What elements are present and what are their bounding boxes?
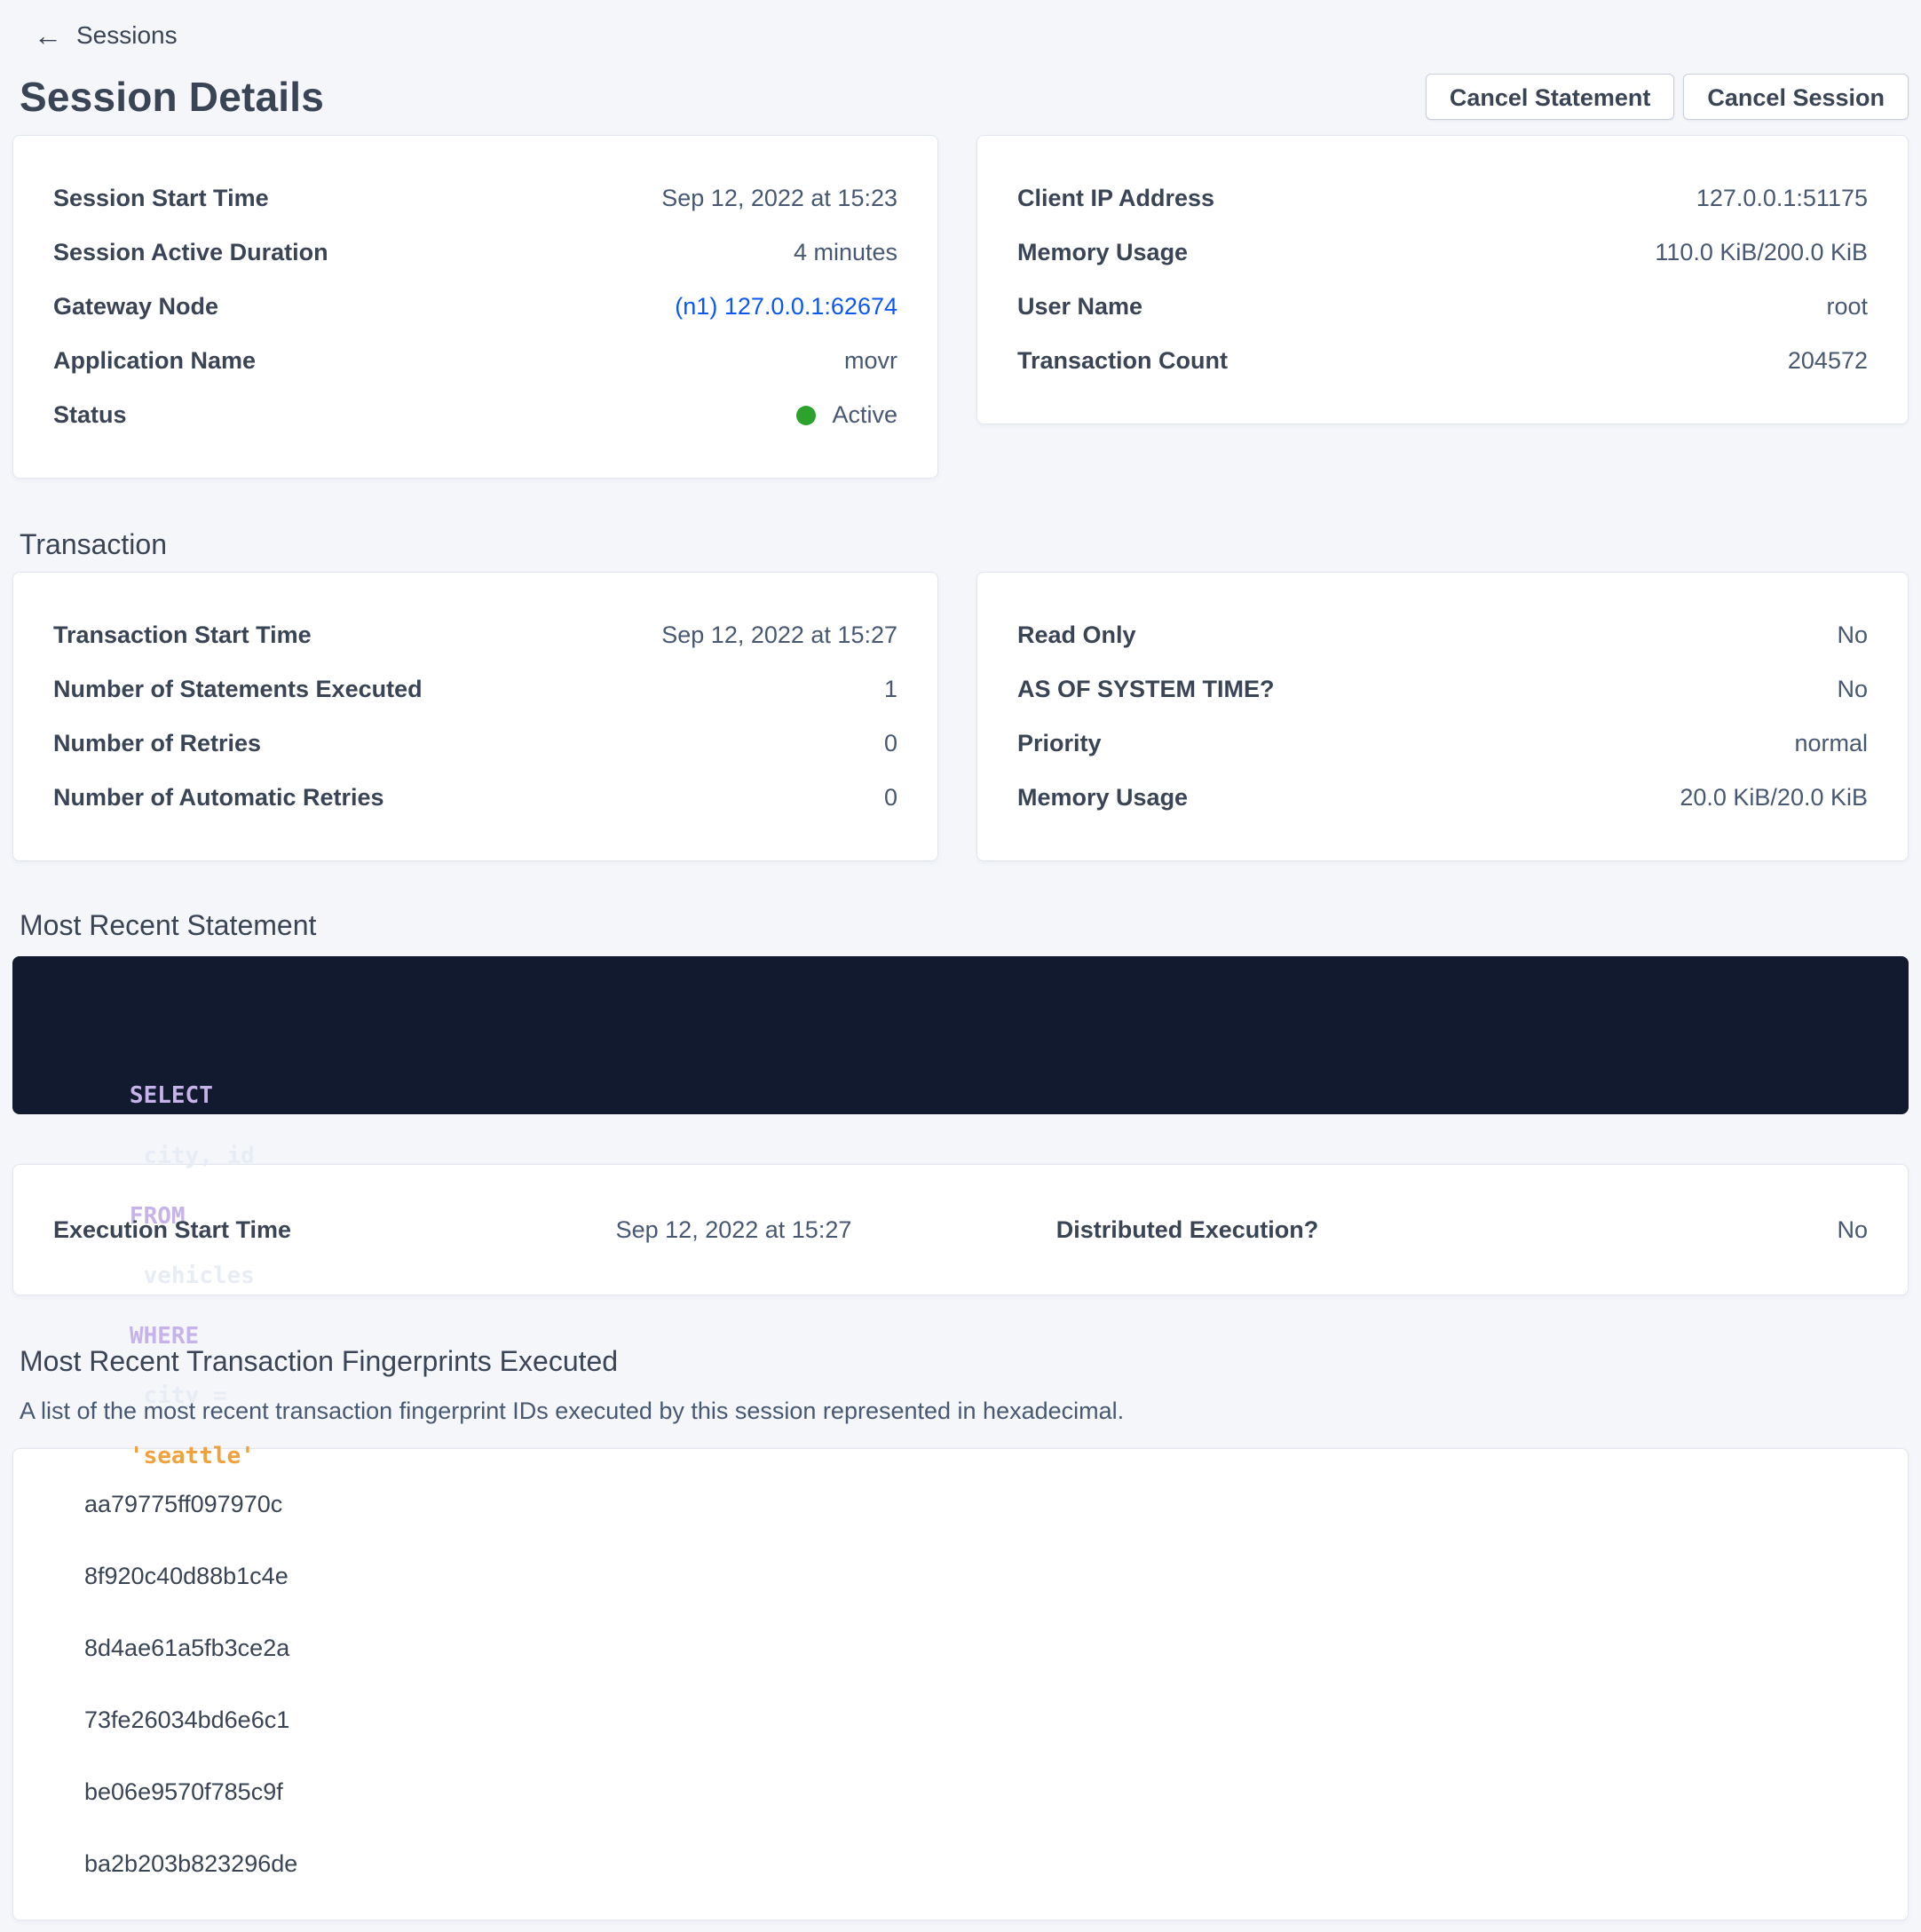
sql-statement-box: SELECT city, id FROM vehicles WHERE city… bbox=[12, 956, 1909, 1114]
transaction-props-rows: Read Only No AS OF SYSTEM TIME? No Prior… bbox=[977, 573, 1908, 860]
session-info-rows: Session Start Time Sep 12, 2022 at 15:23… bbox=[13, 136, 937, 478]
detail-label: Application Name bbox=[53, 347, 256, 375]
detail-label: Number of Automatic Retries bbox=[53, 784, 384, 812]
distributed-execution-value: No bbox=[1837, 1216, 1868, 1244]
detail-value: 4 minutes bbox=[794, 239, 897, 266]
fingerprints-description: A list of the most recent transaction fi… bbox=[20, 1398, 1909, 1425]
fingerprint-id: 8f920c40d88b1c4e bbox=[84, 1540, 1868, 1612]
detail-row: Session Start Time Sep 12, 2022 at 15:23 bbox=[53, 171, 897, 226]
back-arrow-icon[interactable]: ← bbox=[34, 21, 62, 50]
header-actions: Cancel Statement Cancel Session bbox=[1426, 74, 1909, 120]
detail-row: User Name root bbox=[1017, 280, 1868, 334]
detail-row: Number of Automatic Retries 0 bbox=[53, 771, 897, 825]
detail-value: 127.0.0.1:51175 bbox=[1696, 185, 1868, 212]
fingerprint-id: be06e9570f785c9f bbox=[84, 1756, 1868, 1828]
detail-value: root bbox=[1826, 293, 1868, 321]
transaction-props-card: Read Only No AS OF SYSTEM TIME? No Prior… bbox=[976, 572, 1909, 861]
detail-label: Memory Usage bbox=[1017, 239, 1188, 266]
detail-value: 0 bbox=[884, 730, 897, 757]
detail-value: 0 bbox=[884, 784, 897, 812]
fingerprint-id: 73fe26034bd6e6c1 bbox=[84, 1684, 1868, 1756]
sql-token: city, id bbox=[130, 1143, 269, 1169]
client-info-rows: Client IP Address 127.0.0.1:51175 Memory… bbox=[977, 136, 1908, 424]
detail-label: Client IP Address bbox=[1017, 185, 1214, 212]
transaction-stats-card: Transaction Start Time Sep 12, 2022 at 1… bbox=[12, 572, 938, 861]
detail-row: AS OF SYSTEM TIME? No bbox=[1017, 662, 1868, 717]
session-summary-row: Session Start Time Sep 12, 2022 at 15:23… bbox=[12, 135, 1909, 479]
detail-row: Gateway Node (n1) 127.0.0.1:62674 bbox=[53, 280, 897, 334]
detail-value: Sep 12, 2022 at 15:23 bbox=[661, 185, 897, 212]
detail-label: User Name bbox=[1017, 293, 1142, 321]
detail-label: Read Only bbox=[1017, 622, 1136, 649]
fingerprint-id: ba2b203b823296de bbox=[84, 1828, 1868, 1900]
detail-row: Read Only No bbox=[1017, 608, 1868, 662]
cancel-statement-button[interactable]: Cancel Statement bbox=[1426, 74, 1675, 120]
statement-section-title: Most Recent Statement bbox=[20, 909, 1909, 942]
detail-value: No bbox=[1837, 676, 1868, 703]
detail-value: Sep 12, 2022 at 15:27 bbox=[661, 622, 897, 649]
sql-token: vehicles bbox=[130, 1263, 269, 1289]
detail-label: Transaction Start Time bbox=[53, 622, 312, 649]
detail-row: Status Active bbox=[53, 388, 897, 442]
detail-label: Transaction Count bbox=[1017, 347, 1228, 375]
detail-label: Memory Usage bbox=[1017, 784, 1188, 812]
detail-label: Number of Statements Executed bbox=[53, 676, 423, 703]
page-title: Session Details bbox=[20, 73, 324, 121]
detail-label: Number of Retries bbox=[53, 730, 261, 757]
breadcrumb[interactable]: ← Sessions bbox=[34, 21, 1909, 50]
transaction-stats-rows: Transaction Start Time Sep 12, 2022 at 1… bbox=[13, 573, 937, 860]
detail-row: Client IP Address 127.0.0.1:51175 bbox=[1017, 171, 1868, 226]
session-details-page: ← Sessions Session Details Cancel Statem… bbox=[0, 0, 1921, 1920]
execution-start-value: Sep 12, 2022 at 15:27 bbox=[616, 1216, 852, 1244]
detail-value: 110.0 KiB/200.0 KiB bbox=[1655, 239, 1868, 266]
breadcrumb-sessions-link[interactable]: Sessions bbox=[76, 21, 178, 50]
detail-row: Transaction Count 204572 bbox=[1017, 334, 1868, 388]
detail-row: Number of Statements Executed 1 bbox=[53, 662, 897, 717]
distributed-execution-label: Distributed Execution? bbox=[1056, 1216, 1319, 1244]
detail-label: Session Active Duration bbox=[53, 239, 328, 266]
detail-value: normal bbox=[1794, 730, 1868, 757]
fingerprint-id: 8d4ae61a5fb3ce2a bbox=[84, 1612, 1868, 1684]
detail-row: Transaction Start Time Sep 12, 2022 at 1… bbox=[53, 608, 897, 662]
detail-value: No bbox=[1837, 622, 1868, 649]
detail-value: Active bbox=[796, 401, 897, 429]
sql-token: SELECT bbox=[130, 1082, 213, 1109]
detail-value: 20.0 KiB/20.0 KiB bbox=[1680, 784, 1868, 812]
detail-row: Application Name movr bbox=[53, 334, 897, 388]
session-info-card: Session Start Time Sep 12, 2022 at 15:23… bbox=[12, 135, 938, 479]
sql-token: 'seattle' bbox=[130, 1443, 255, 1469]
detail-row: Memory Usage 20.0 KiB/20.0 KiB bbox=[1017, 771, 1868, 825]
transaction-section-title: Transaction bbox=[20, 528, 1909, 561]
fingerprints-card: aa79775ff097970c 8f920c40d88b1c4e 8d4ae6… bbox=[12, 1448, 1909, 1920]
detail-value[interactable]: (n1) 127.0.0.1:62674 bbox=[675, 293, 897, 321]
detail-row: Priority normal bbox=[1017, 717, 1868, 771]
detail-label: Priority bbox=[1017, 730, 1102, 757]
detail-value: 1 bbox=[884, 676, 897, 703]
transaction-row: Transaction Start Time Sep 12, 2022 at 1… bbox=[12, 572, 1909, 861]
detail-value: movr bbox=[844, 347, 897, 375]
detail-label: Status bbox=[53, 401, 127, 429]
fingerprints-section-title: Most Recent Transaction Fingerprints Exe… bbox=[20, 1345, 1909, 1378]
detail-row: Session Active Duration 4 minutes bbox=[53, 226, 897, 280]
execution-card: Execution Start Time Sep 12, 2022 at 15:… bbox=[12, 1164, 1909, 1295]
fingerprint-id: aa79775ff097970c bbox=[84, 1469, 1868, 1540]
detail-label: AS OF SYSTEM TIME? bbox=[1017, 676, 1275, 703]
detail-row: Memory Usage 110.0 KiB/200.0 KiB bbox=[1017, 226, 1868, 280]
detail-label: Session Start Time bbox=[53, 185, 269, 212]
page-header: Session Details Cancel Statement Cancel … bbox=[12, 73, 1909, 121]
detail-row: Number of Retries 0 bbox=[53, 717, 897, 771]
client-info-card: Client IP Address 127.0.0.1:51175 Memory… bbox=[976, 135, 1909, 424]
cancel-session-button[interactable]: Cancel Session bbox=[1683, 74, 1909, 120]
detail-value: 204572 bbox=[1788, 347, 1868, 375]
execution-start-label: Execution Start Time bbox=[53, 1216, 291, 1244]
detail-label: Gateway Node bbox=[53, 293, 218, 321]
status-active-dot-icon bbox=[796, 406, 816, 425]
